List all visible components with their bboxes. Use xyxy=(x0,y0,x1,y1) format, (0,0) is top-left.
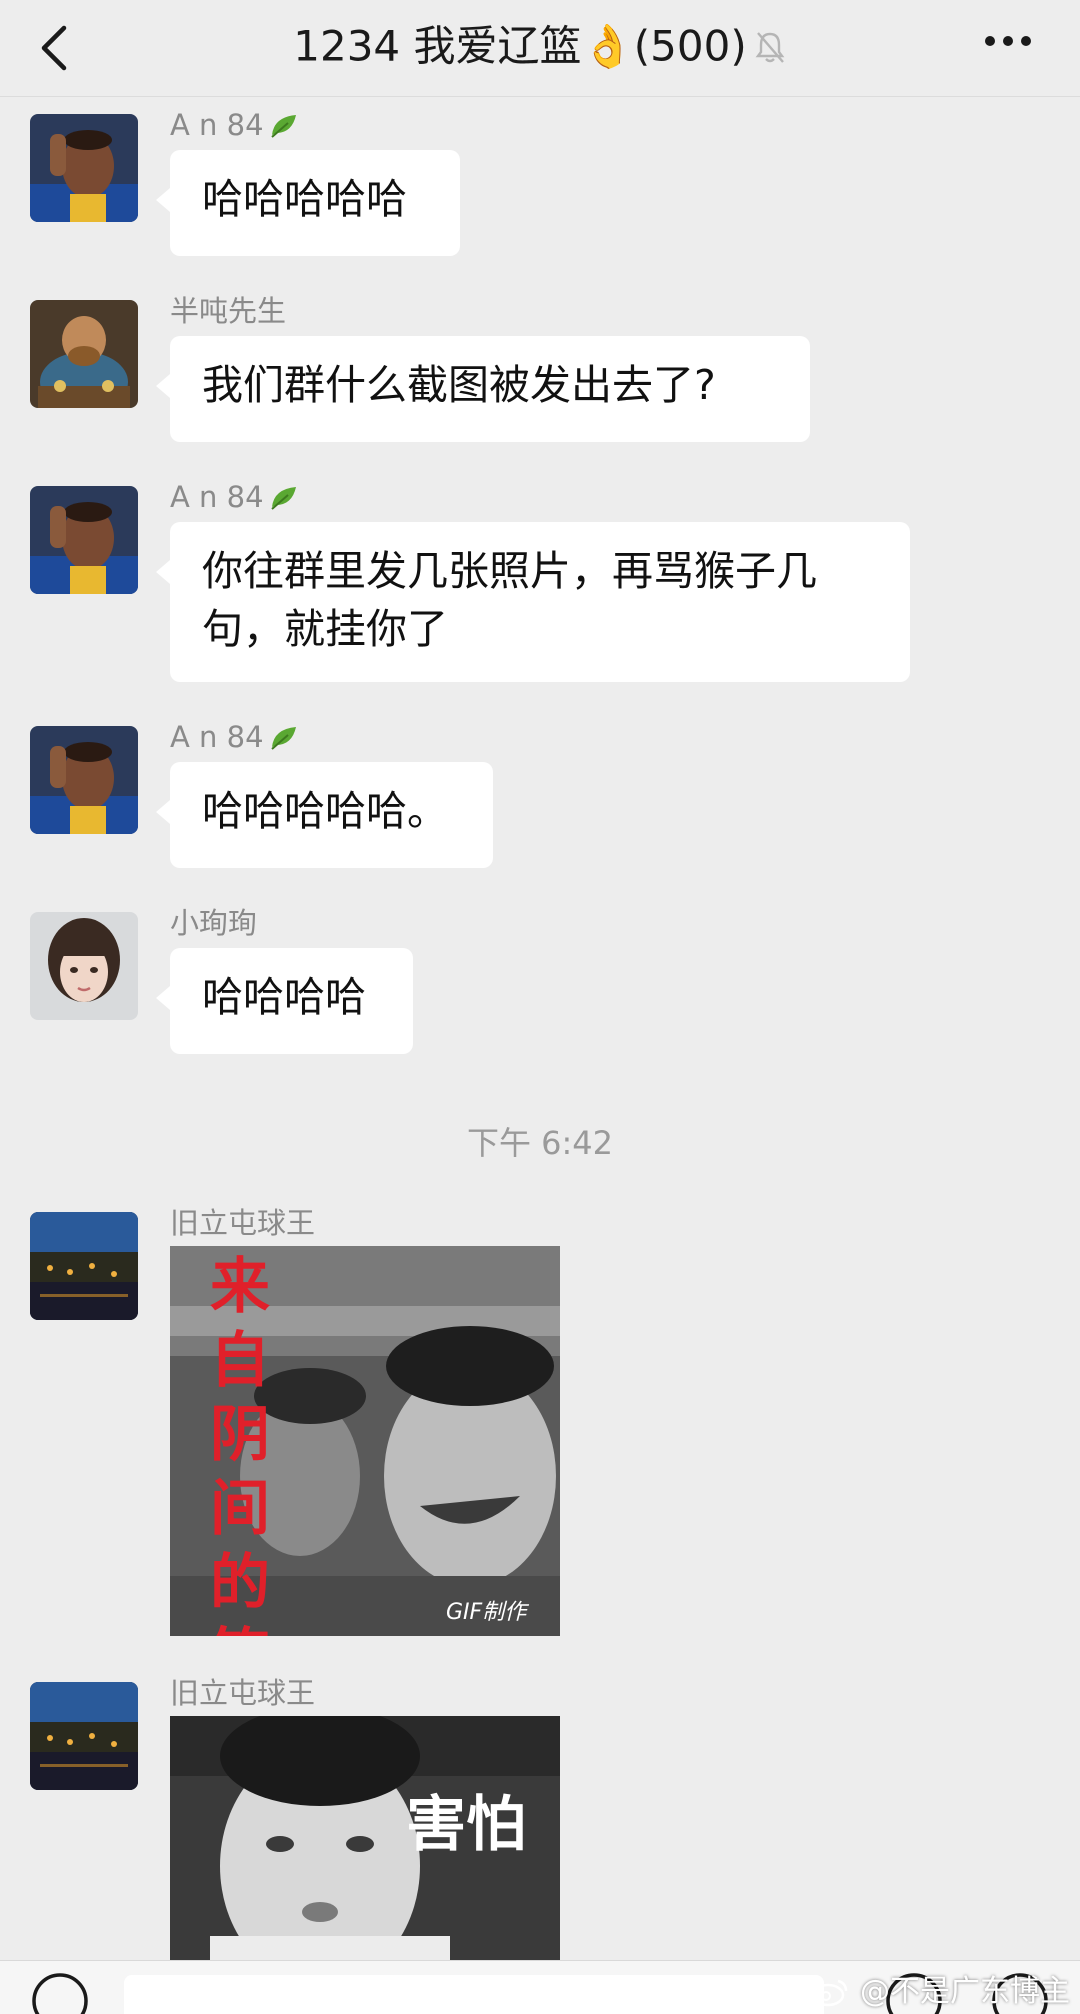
avatar-an84[interactable] xyxy=(30,114,138,222)
watermark-text: @不是广东博主 xyxy=(860,1974,1070,2009)
weibo-logo-icon xyxy=(812,1979,848,2007)
chat-header: 1234 我爱辽篮👌(500) xyxy=(0,0,1080,97)
member-count: (500) xyxy=(633,21,747,71)
more-options-icon[interactable] xyxy=(984,34,1032,48)
sender-name: 旧立屯球王 xyxy=(170,1676,316,1710)
message-bubble[interactable]: 哈哈哈哈 xyxy=(156,948,413,1054)
sticker-caption: 害怕 xyxy=(406,1790,526,1860)
sender-name: 旧立屯球王 xyxy=(170,1206,316,1240)
message-line: 句，就挂你了 xyxy=(202,605,448,653)
avatar-an84[interactable] xyxy=(30,726,138,834)
message-bubble[interactable]: 我们群什么截图被发出去了? xyxy=(156,336,810,442)
sticker-caption: 来自阴间的笑 xyxy=(210,1252,270,1636)
voice-input-icon[interactable] xyxy=(30,1971,90,2014)
avatar-an84[interactable] xyxy=(30,486,138,594)
message-bubble[interactable]: 哈哈哈哈哈。 xyxy=(156,762,493,868)
gif-sticker[interactable]: 害怕 xyxy=(170,1716,560,1960)
message-bubble[interactable]: 你往群里发几张照片，再骂猴子几 句，就挂你了 xyxy=(156,522,910,682)
gif-badge: GIF制作 xyxy=(446,1600,527,1625)
avatar-jiulitunqiuwang[interactable] xyxy=(30,1682,138,1790)
message-timestamp: 下午 6:42 xyxy=(466,1124,614,1162)
sender-name: A n 84 xyxy=(170,480,300,514)
message-line: 你往群里发几张照片，再骂猴子几 xyxy=(202,547,817,595)
mute-bell-icon xyxy=(755,31,785,63)
message-bubble[interactable]: 哈哈哈哈哈 xyxy=(156,150,460,256)
sender-name: 半吨先生 xyxy=(170,294,287,328)
sender-name: A n 84 xyxy=(170,720,300,754)
leaf-icon xyxy=(270,115,296,138)
message-input[interactable] xyxy=(124,1975,824,2014)
chat-screen: 1234 我爱辽篮👌(500) A n 84 哈哈哈哈哈 半吨先生 我们群什么截… xyxy=(0,0,1080,2014)
avatar-xiaoxunxun[interactable] xyxy=(30,912,138,1020)
leaf-icon xyxy=(270,487,296,510)
leaf-icon xyxy=(270,727,296,750)
sender-name: A n 84 xyxy=(170,108,300,142)
avatar-jiulitunqiuwang[interactable] xyxy=(30,1212,138,1320)
ok-hand-emoji: 👌 xyxy=(581,21,634,71)
sender-name: 小珣珣 xyxy=(170,906,258,940)
group-name: 1234 我爱辽篮 xyxy=(293,21,582,71)
gif-sticker[interactable]: 来自阴间的笑 GIF制作 xyxy=(170,1246,560,1636)
avatar-banduixiansheng[interactable] xyxy=(30,300,138,408)
weibo-watermark: @不是广东博主 xyxy=(810,1966,1070,2010)
chat-title: 1234 我爱辽篮👌(500) xyxy=(0,14,1080,77)
